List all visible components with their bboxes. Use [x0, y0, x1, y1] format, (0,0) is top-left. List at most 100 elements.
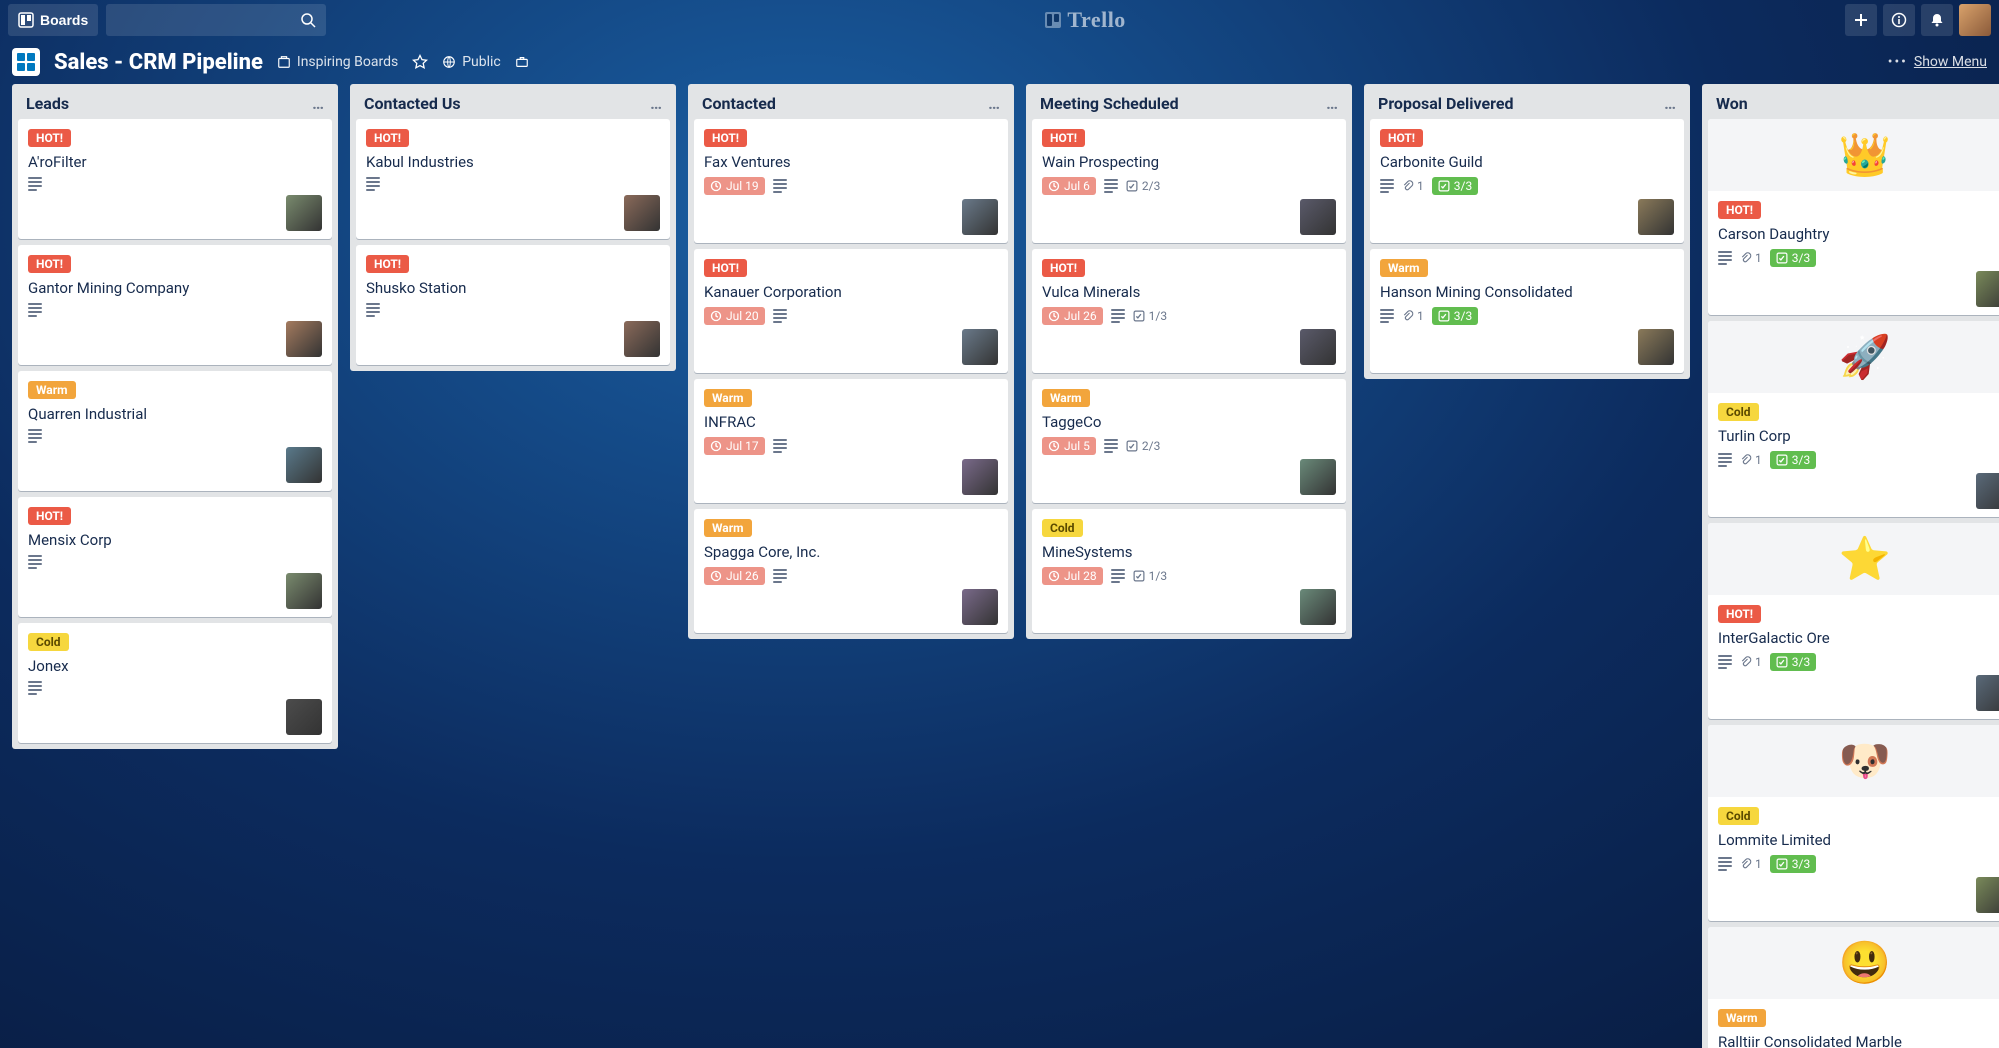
card[interactable]: HOT!A'roFilter — [18, 119, 332, 239]
card[interactable]: 🚀ColdTurlin Corp13/3 — [1708, 321, 1999, 517]
card[interactable]: HOT!Shusko Station — [356, 245, 670, 365]
card[interactable]: HOT!Wain ProspectingJul 62/3 — [1032, 119, 1346, 243]
list-header[interactable]: Proposal Delivered… — [1370, 90, 1684, 119]
card-member-avatar[interactable] — [1638, 199, 1674, 235]
visibility-button[interactable]: Public — [442, 54, 501, 70]
card[interactable]: 😃WarmRalltiir Consolidated Marble13/3 — [1708, 927, 1999, 1048]
card-member-avatar[interactable] — [962, 199, 998, 235]
card-title: Carbonite Guild — [1380, 153, 1674, 171]
description-icon — [28, 681, 42, 695]
collection-link[interactable]: Inspiring Boards — [277, 54, 398, 70]
card-member-avatar[interactable] — [1976, 877, 1999, 913]
user-avatar[interactable] — [1959, 4, 1991, 36]
card-member-avatar[interactable] — [962, 589, 998, 625]
star-button[interactable] — [412, 54, 428, 70]
card-label: Warm — [28, 381, 76, 399]
checklist-badge: 3/3 — [1770, 653, 1816, 671]
create-button[interactable] — [1845, 4, 1877, 36]
list-menu-button[interactable]: … — [1326, 94, 1338, 113]
card-member-avatar[interactable] — [1976, 473, 1999, 509]
list-header[interactable]: Contacted… — [694, 90, 1008, 119]
card-member-avatar[interactable] — [624, 321, 660, 357]
board-title[interactable]: Sales - CRM Pipeline — [54, 50, 263, 75]
card-member-avatar[interactable] — [286, 573, 322, 609]
trello-logo-icon — [1045, 12, 1061, 28]
list-menu-button[interactable]: … — [988, 94, 1000, 113]
list[interactable]: Contacted…HOT!Fax VenturesJul 19HOT!Kana… — [688, 84, 1014, 639]
list[interactable]: Leads…HOT!A'roFilterHOT!Gantor Mining Co… — [12, 84, 338, 749]
star-icon — [412, 54, 428, 70]
card-badges: Jul 52/3 — [1042, 437, 1336, 455]
card-title: Fax Ventures — [704, 153, 998, 171]
card-badges — [28, 177, 322, 191]
description-icon — [1104, 439, 1118, 453]
list-header[interactable]: Contacted Us… — [356, 90, 670, 119]
card[interactable]: ⭐HOT!InterGalactic Ore13/3 — [1708, 523, 1999, 719]
card-member-avatar[interactable] — [962, 329, 998, 365]
card[interactable]: WarmQuarren Industrial — [18, 371, 332, 491]
card[interactable]: 🐶ColdLommite Limited13/3 — [1708, 725, 1999, 921]
card[interactable]: 👑HOT!Carson Daughtry13/3 — [1708, 119, 1999, 315]
card-member-avatar[interactable] — [624, 195, 660, 231]
card-member-avatar[interactable] — [286, 321, 322, 357]
card-label: Warm — [1042, 389, 1090, 407]
list[interactable]: Meeting Scheduled…HOT!Wain ProspectingJu… — [1026, 84, 1352, 639]
card-label: HOT! — [704, 129, 747, 147]
attachment-badge: 1 — [1740, 857, 1762, 871]
card[interactable]: HOT!Kabul Industries — [356, 119, 670, 239]
list[interactable]: Contacted Us…HOT!Kabul IndustriesHOT!Shu… — [350, 84, 676, 371]
board-canvas[interactable]: Leads…HOT!A'roFilterHOT!Gantor Mining Co… — [0, 84, 1999, 1048]
card-member-avatar[interactable] — [1300, 589, 1336, 625]
logo[interactable]: Trello — [334, 7, 1837, 33]
list[interactable]: Won…👑HOT!Carson Daughtry13/3🚀ColdTurlin … — [1702, 84, 1999, 1048]
list-menu-button[interactable]: … — [312, 94, 324, 113]
bell-icon — [1929, 12, 1945, 28]
description-icon — [1718, 857, 1732, 871]
list-header[interactable]: Meeting Scheduled… — [1032, 90, 1346, 119]
card[interactable]: HOT!Vulca MineralsJul 261/3 — [1032, 249, 1346, 373]
card-member-avatar[interactable] — [286, 699, 322, 735]
card[interactable]: HOT!Gantor Mining Company — [18, 245, 332, 365]
card[interactable]: HOT!Kanauer CorporationJul 20 — [694, 249, 1008, 373]
board-extra-button[interactable] — [515, 55, 529, 69]
card-title: Carson Daughtry — [1718, 225, 1999, 243]
card[interactable]: WarmTaggeCoJul 52/3 — [1032, 379, 1346, 503]
card-member-avatar[interactable] — [286, 195, 322, 231]
list[interactable]: Proposal Delivered…HOT!Carbonite Guild13… — [1364, 84, 1690, 379]
card[interactable]: WarmHanson Mining Consolidated13/3 — [1370, 249, 1684, 373]
card[interactable]: WarmSpagga Core, Inc.Jul 26 — [694, 509, 1008, 633]
card[interactable]: ColdJonex — [18, 623, 332, 743]
clock-icon — [1048, 440, 1060, 452]
list-header[interactable]: Won… — [1708, 90, 1999, 119]
search-input[interactable] — [106, 4, 326, 36]
card-member-avatar[interactable] — [1976, 675, 1999, 711]
list-header[interactable]: Leads… — [18, 90, 332, 119]
card-badges — [28, 429, 322, 443]
card-member-avatar[interactable] — [962, 459, 998, 495]
card-label: HOT! — [28, 129, 71, 147]
card-member-avatar[interactable] — [286, 447, 322, 483]
show-menu-button[interactable]: ••• Show Menu — [1888, 54, 1987, 70]
card[interactable]: HOT!Fax VenturesJul 19 — [694, 119, 1008, 243]
card-badges — [28, 681, 322, 695]
card-cover: 🚀 — [1708, 321, 1999, 393]
card[interactable]: ColdMineSystemsJul 281/3 — [1032, 509, 1346, 633]
description-icon — [28, 303, 42, 317]
boards-button[interactable]: Boards — [8, 4, 98, 36]
card-label: Warm — [704, 389, 752, 407]
notifications-button[interactable] — [1921, 4, 1953, 36]
card[interactable]: HOT!Carbonite Guild13/3 — [1370, 119, 1684, 243]
clock-icon — [1048, 310, 1060, 322]
card-member-avatar[interactable] — [1300, 329, 1336, 365]
card-member-avatar[interactable] — [1300, 459, 1336, 495]
card[interactable]: HOT!Mensix Corp — [18, 497, 332, 617]
list-menu-button[interactable]: … — [1664, 94, 1676, 113]
card-title: Shusko Station — [366, 279, 660, 297]
card-label: Cold — [1042, 519, 1083, 537]
list-menu-button[interactable]: … — [650, 94, 662, 113]
info-button[interactable] — [1883, 4, 1915, 36]
card-member-avatar[interactable] — [1300, 199, 1336, 235]
card[interactable]: WarmINFRACJul 17 — [694, 379, 1008, 503]
card-member-avatar[interactable] — [1638, 329, 1674, 365]
card-member-avatar[interactable] — [1976, 271, 1999, 307]
